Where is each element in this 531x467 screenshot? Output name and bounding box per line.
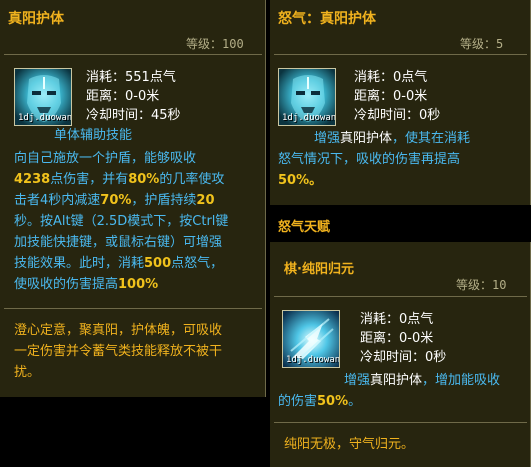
divider bbox=[274, 54, 527, 55]
skill-description: 向自己施放一个护盾，能够吸收 4238点伤害，并有80%的几率使攻 击者4秒内减… bbox=[14, 151, 229, 292]
skill-level: 等级：100 bbox=[186, 37, 244, 51]
range-row: 距离：0-0米 bbox=[354, 89, 428, 104]
talent-level: 等级：10 bbox=[456, 278, 507, 292]
cost-row: 消耗：0点气 bbox=[360, 312, 434, 327]
divider bbox=[4, 308, 262, 309]
right-tooltip-panel: 怒气：真阳护体 等级：5 1dj.duowan 消耗：0点气 距离：0-0米 冷… bbox=[270, 0, 531, 205]
icon-caption: 1dj.duowan bbox=[282, 113, 336, 123]
range-row: 距离：0-0米 bbox=[86, 89, 160, 104]
cost-row: 消耗：0点气 bbox=[354, 70, 428, 85]
icon-caption: 1dj.duowan bbox=[286, 355, 340, 365]
glowing-mask-icon: 1dj.duowan bbox=[14, 68, 72, 126]
divider bbox=[274, 422, 527, 423]
skill-stats: 消耗：0点气 距离：0-0米 冷却时间：0秒 bbox=[354, 68, 440, 125]
skill-flavor-text: 澄心定意，聚真阳，护体魄，可吸收 一定伤害并令蓄气类技能释放不被干 扰。 bbox=[14, 323, 223, 380]
skill-level: 等级：5 bbox=[460, 37, 504, 51]
talent-tooltip-panel: 棋·纯阳归元 等级：10 1dj.duowan 消耗：0点气 距离：0-0米 冷… bbox=[270, 242, 531, 467]
skill-description: 增强真阳护体，使其在消耗 怒气情况下，吸收的伤害再提高 50%。 bbox=[278, 131, 471, 188]
cooldown-row: 冷却时间：0秒 bbox=[360, 350, 447, 365]
glowing-mask-icon: 1dj.duowan bbox=[278, 68, 336, 126]
cooldown-row: 冷却时间：45秒 bbox=[86, 108, 181, 123]
range-row: 距离：0-0米 bbox=[360, 331, 434, 346]
talent-title: 棋·纯阳归元 bbox=[284, 262, 354, 277]
skill-title: 怒气：真阳护体 bbox=[278, 11, 376, 27]
divider bbox=[274, 296, 527, 297]
skill-title: 真阳护体 bbox=[8, 11, 64, 27]
talent-flavor-text: 纯阳无极，守气归元。 bbox=[284, 437, 415, 452]
left-tooltip-panel: 真阳护体 等级：100 1dj.duowan 消耗：551点气 距离：0-0米 … bbox=[0, 0, 266, 397]
icon-caption: 1dj.duowan bbox=[18, 113, 72, 123]
talent-section-heading: 怒气天赋 bbox=[278, 220, 331, 235]
skill-stats: 消耗：551点气 距离：0-0米 冷却时间：45秒 bbox=[86, 68, 181, 125]
talent-description: 增强真阳护体，增加能吸收 的伤害50%。 bbox=[278, 373, 501, 409]
glowing-hand-icon: 1dj.duowan bbox=[282, 310, 340, 368]
skill-type: 单体辅助技能 bbox=[54, 128, 133, 143]
cooldown-row: 冷却时间：0秒 bbox=[354, 108, 441, 123]
cost-row: 消耗：551点气 bbox=[86, 70, 176, 85]
talent-stats: 消耗：0点气 距离：0-0米 冷却时间：0秒 bbox=[360, 310, 446, 367]
divider bbox=[4, 54, 262, 55]
